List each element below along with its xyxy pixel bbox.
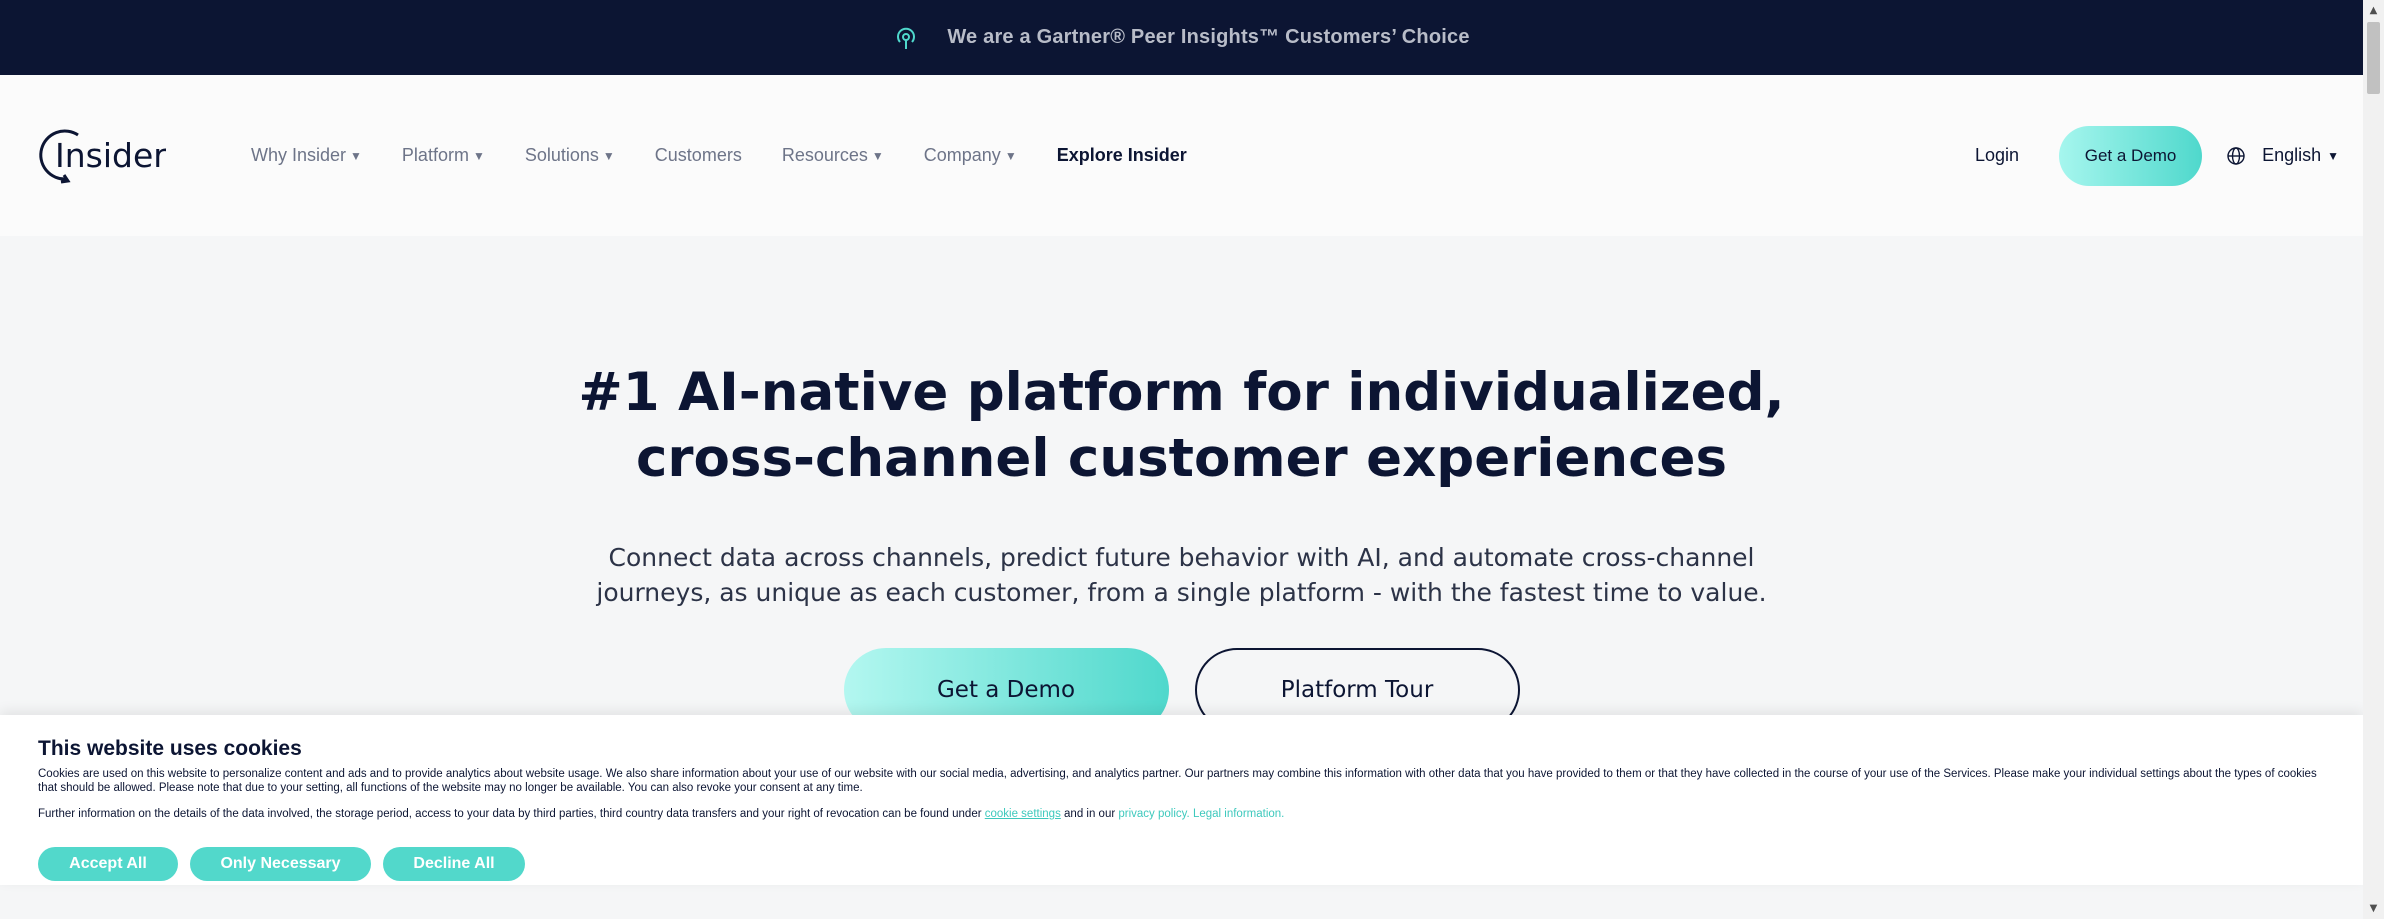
- caret-down-icon: ▼: [2327, 148, 2339, 163]
- logo-wordmark: Insider: [55, 136, 166, 175]
- hero-title-line-1: #1 AI-native platform for individualized…: [578, 362, 1785, 423]
- scroll-thumb[interactable]: [2367, 22, 2380, 94]
- accept-all-button[interactable]: Accept All: [38, 847, 178, 881]
- caret-down-icon: ▼: [472, 148, 485, 163]
- legal-information-link[interactable]: Legal information.: [1193, 808, 1284, 820]
- announcement-text[interactable]: We are a Gartner® Peer Insights™ Custome…: [947, 26, 1469, 49]
- hero-title-line-2: cross-channel customer experiences: [635, 428, 1728, 489]
- caret-down-icon: ▼: [1004, 148, 1017, 163]
- hero-title: #1 AI-native platform for individualized…: [0, 360, 2363, 492]
- main-navigation: Insider Why Insider ▼ Platform ▼ Solutio…: [0, 75, 2363, 236]
- cookie-title: This website uses cookies: [38, 737, 302, 760]
- language-selector[interactable]: English ▼: [2262, 145, 2339, 166]
- hero-subtitle-line-1: Connect data across channels, predict fu…: [608, 543, 1755, 572]
- nav-solutions[interactable]: Solutions ▼: [525, 145, 615, 166]
- cookie-description: Cookies are used on this website to pers…: [38, 768, 2317, 794]
- nav-platform[interactable]: Platform ▼: [402, 145, 485, 166]
- cookie-info-text: Further information on the details of th…: [38, 808, 985, 820]
- nav-explore-insider[interactable]: Explore Insider: [1057, 145, 1187, 166]
- globe-icon[interactable]: [2226, 146, 2246, 166]
- login-link[interactable]: Login: [1975, 145, 2019, 166]
- nav-item-label: Customers: [654, 145, 742, 165]
- decline-all-button[interactable]: Decline All: [383, 847, 525, 881]
- nav-company[interactable]: Company ▼: [924, 145, 1017, 166]
- cookie-buttons: Accept All Only Necessary Decline All: [38, 847, 2325, 881]
- announcement-bar: We are a Gartner® Peer Insights™ Custome…: [0, 0, 2363, 75]
- nav-item-label: Company: [923, 145, 1001, 165]
- language-label: English: [2262, 145, 2322, 165]
- cookie-further-info: Further information on the details of th…: [38, 807, 2325, 821]
- only-necessary-button[interactable]: Only Necessary: [190, 847, 371, 881]
- nav-actions: Login Get a Demo English ▼: [1975, 75, 2363, 236]
- scroll-up-arrow-icon[interactable]: ▲: [2363, 0, 2384, 21]
- nav-menu: Why Insider ▼ Platform ▼ Solutions ▼ Cus…: [251, 75, 1187, 236]
- caret-down-icon: ▼: [602, 148, 615, 163]
- cookie-banner: This website uses cookies Cookies are us…: [0, 715, 2363, 885]
- nav-resources[interactable]: Resources ▼: [782, 145, 884, 166]
- nav-customers[interactable]: Customers: [655, 145, 742, 166]
- nav-item-label: Resources: [781, 145, 868, 165]
- cookie-info-text-middle: and in our: [1060, 808, 1119, 820]
- nav-item-label: Platform: [401, 145, 469, 165]
- signal-icon: [893, 25, 919, 51]
- cookie-settings-link[interactable]: cookie settings: [985, 808, 1061, 820]
- nav-item-label: Why Insider: [251, 145, 347, 165]
- caret-down-icon: ▼: [350, 148, 362, 163]
- nav-why-insider[interactable]: Why Insider ▼: [251, 145, 362, 166]
- caret-down-icon: ▼: [871, 148, 884, 163]
- hero-subtitle: Connect data across channels, predict fu…: [0, 540, 2363, 610]
- get-demo-button[interactable]: Get a Demo: [2059, 125, 2203, 186]
- nav-item-label: Solutions: [524, 145, 599, 165]
- page-scrollbar[interactable]: ▲ ▼: [2363, 0, 2384, 919]
- nav-item-label: Explore Insider: [1056, 145, 1187, 165]
- privacy-policy-link[interactable]: privacy policy.: [1118, 808, 1189, 820]
- scroll-down-arrow-icon[interactable]: ▼: [2363, 898, 2384, 919]
- insider-logo[interactable]: Insider: [38, 125, 167, 185]
- hero-subtitle-line-2: journeys, as unique as each customer, fr…: [596, 578, 1767, 607]
